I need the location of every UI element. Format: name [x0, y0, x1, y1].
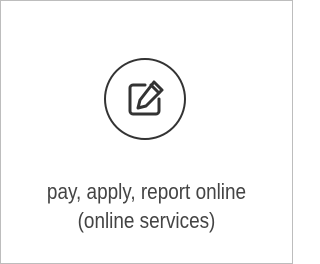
- edit-icon: [104, 58, 186, 140]
- online-services-tile[interactable]: pay, apply, report online (online servic…: [0, 0, 293, 264]
- tile-label-line2: (online services): [77, 208, 216, 233]
- tile-label-line1: pay, apply, report online: [46, 179, 247, 204]
